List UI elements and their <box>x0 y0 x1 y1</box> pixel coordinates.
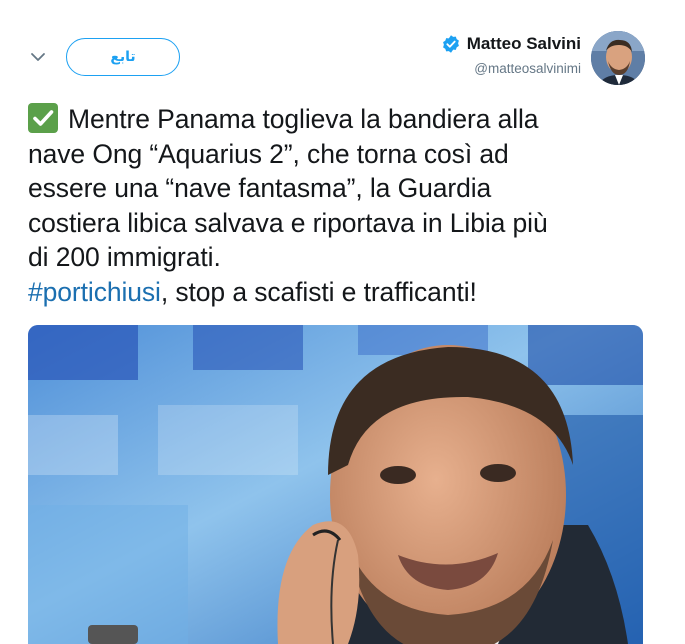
tweet-text: Mentre Panama toglieva la bandiera alla … <box>28 102 658 309</box>
tweet: تابع Matteo Salvini @matteosalvinimi Men… <box>0 0 685 644</box>
follow-button-label: تابع <box>110 49 136 65</box>
tweet-photo[interactable] <box>28 325 643 644</box>
chevron-down-icon[interactable] <box>30 50 46 64</box>
tweet-body: Mentre Panama toglieva la bandiera alla … <box>28 104 548 272</box>
follow-button[interactable]: تابع <box>66 38 180 76</box>
avatar[interactable] <box>591 31 645 85</box>
verified-badge-icon <box>441 34 461 54</box>
hashtag-link[interactable]: #portichiusi <box>28 277 161 307</box>
author-display-name: Matteo Salvini <box>466 34 581 53</box>
author-info[interactable]: Matteo Salvini @matteosalvinimi <box>441 34 581 76</box>
author-handle: @matteosalvinimi <box>474 61 581 76</box>
author-name-row: Matteo Salvini <box>441 34 581 54</box>
check-mark-icon <box>28 103 58 133</box>
tweet-body-end: , stop a scafisti e trafficanti! <box>160 276 477 307</box>
tweet-header: تابع Matteo Salvini @matteosalvinimi <box>0 0 685 95</box>
